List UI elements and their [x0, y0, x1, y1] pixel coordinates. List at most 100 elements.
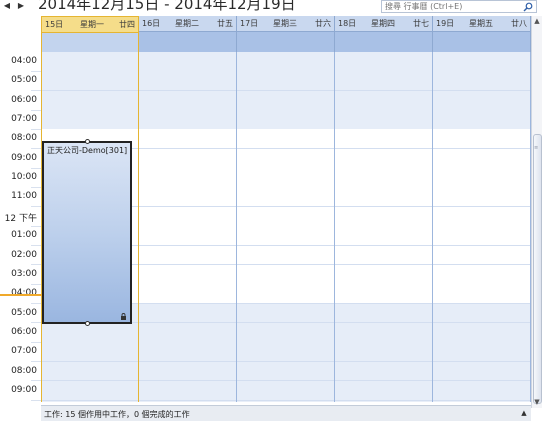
day-weekday: 星期五 [469, 19, 493, 28]
day-number: 19日 [436, 19, 455, 28]
time-slot-row[interactable] [41, 342, 531, 362]
gutter-divider [31, 361, 41, 363]
time-label: 03:00 [11, 268, 37, 279]
gutter-divider [31, 186, 41, 188]
scroll-thumb[interactable] [533, 134, 542, 404]
gutter-divider [31, 303, 41, 305]
day-header[interactable]: 18日 星期四 廿七 [335, 16, 433, 52]
all-day-event-area[interactable] [42, 33, 138, 53]
next-week-button[interactable]: ▶ [14, 0, 28, 14]
search-input[interactable] [382, 1, 518, 12]
time-label: 05:00 [11, 75, 37, 86]
day-number: 16日 [142, 19, 161, 28]
gutter-divider [31, 90, 41, 92]
day-header-label-band: 16日 星期二 廿五 [139, 16, 236, 32]
date-range-title: 2014年12月15日 - 2014年12月19日 [38, 0, 296, 13]
day-lunar-date: 廿五 [217, 19, 233, 28]
time-slot-row[interactable] [41, 361, 531, 381]
hour-divider [41, 399, 531, 401]
gutter-divider [31, 225, 41, 227]
time-slot-row[interactable] [41, 380, 531, 401]
day-header[interactable]: 17日 星期三 廿六 [237, 16, 335, 52]
time-label: 11:00 [11, 191, 37, 202]
day-header-label-band: 18日 星期四 廿七 [335, 16, 432, 32]
task-summary: 工作: 15 個作用中工作，0 個完成的工作 [44, 410, 190, 419]
resize-handle-top[interactable] [85, 139, 90, 144]
day-header-label-band: 19日 星期五 廿八 [433, 16, 530, 32]
gutter-divider [31, 167, 41, 169]
time-label: 08:00 [11, 365, 37, 376]
time-slot-row[interactable] [41, 90, 531, 111]
gutter-divider [31, 128, 41, 130]
search-icon[interactable] [523, 2, 533, 12]
day-weekday: 星期二 [175, 19, 199, 28]
day-weekday: 星期三 [273, 19, 297, 28]
time-label: 07:00 [11, 346, 37, 357]
scroll-up-button[interactable]: ▲ [532, 16, 542, 26]
all-day-event-area[interactable] [139, 32, 236, 52]
gutter-divider [31, 245, 41, 246]
time-slot-row[interactable] [41, 52, 531, 72]
gutter-divider [31, 206, 41, 208]
all-day-event-area[interactable] [335, 32, 432, 52]
gutter-divider [31, 283, 41, 285]
day-header[interactable]: 15日 星期一 廿四 [41, 16, 139, 53]
gutter-divider [31, 322, 41, 324]
gutter-divider [31, 109, 41, 111]
gutter-divider [31, 148, 41, 150]
time-slot-row[interactable] [41, 322, 531, 343]
time-label: 07:00 [11, 114, 37, 125]
day-lunar-date: 廿七 [413, 19, 429, 28]
day-header[interactable]: 16日 星期二 廿五 [139, 16, 237, 52]
day-header[interactable]: 19日 星期五 廿八 [433, 16, 531, 52]
day-lunar-date: 廿四 [119, 20, 135, 29]
time-label: 01:00 [11, 230, 37, 241]
time-label: 09:00 [11, 152, 37, 163]
lock-icon [121, 313, 126, 320]
appointment-title: 正天公司-Demo[301] [47, 146, 128, 155]
day-column-divider [432, 52, 433, 402]
all-day-event-area[interactable] [237, 32, 334, 52]
calendar-grid[interactable]: 正天公司-Demo[301] [0, 52, 531, 402]
day-header-label-band: 15日 星期一 廿四 [42, 17, 138, 33]
day-weekday: 星期一 [80, 20, 104, 29]
day-number: 15日 [45, 20, 64, 29]
resize-handle-bottom[interactable] [85, 321, 90, 326]
time-label: 06:00 [11, 94, 37, 105]
scroll-down-button[interactable]: ▼ [532, 397, 542, 407]
time-slot-row[interactable] [41, 71, 531, 91]
task-bar-expand-button[interactable]: ▲ [519, 408, 529, 418]
day-number: 18日 [338, 19, 357, 28]
current-time-indicator [0, 294, 45, 296]
day-header-label-band: 17日 星期三 廿六 [237, 16, 334, 32]
gutter-divider [31, 341, 41, 343]
day-column-divider [334, 52, 335, 402]
time-gutter: 04:00 05:00 06:00 07:00 08:00 09:00 10:00 11:00… [0, 52, 41, 402]
task-bar[interactable]: 工作: 15 個作用中工作，0 個完成的工作 ▲ [41, 405, 531, 421]
day-lunar-date: 廿八 [511, 19, 527, 28]
time-slot-row[interactable] [41, 110, 531, 130]
scroll-grip-icon: ≡ [534, 145, 539, 151]
time-label: 06:00 [11, 326, 37, 337]
gutter-corner [0, 405, 41, 421]
time-label: 10:00 [11, 172, 37, 183]
today-column-border [138, 52, 139, 402]
previous-week-button[interactable]: ◀ [0, 0, 14, 14]
appointment[interactable]: 正天公司-Demo[301] [42, 139, 132, 326]
search-box[interactable] [381, 0, 537, 13]
day-lunar-date: 廿六 [315, 19, 331, 28]
all-day-event-area[interactable] [433, 32, 530, 52]
gutter-divider [31, 70, 41, 72]
time-label: 04:00 [11, 56, 37, 66]
day-column-divider [236, 52, 237, 402]
gutter-divider [31, 380, 41, 382]
time-label: 09:00 [11, 384, 37, 395]
gutter-divider [31, 264, 41, 266]
gutter-divider [31, 399, 41, 401]
day-number: 17日 [240, 19, 259, 28]
time-label: 08:00 [11, 133, 37, 144]
time-label: 02:00 [11, 249, 37, 260]
vertical-scrollbar[interactable]: ▲ ≡ ▼ [531, 16, 542, 408]
day-header-row: 15日 星期一 廿四 16日 星期二 廿五 17日 星期三 廿六 18日 星期四 廿七 19日 星期五 廿八 [41, 16, 531, 53]
day-weekday: 星期四 [371, 19, 395, 28]
